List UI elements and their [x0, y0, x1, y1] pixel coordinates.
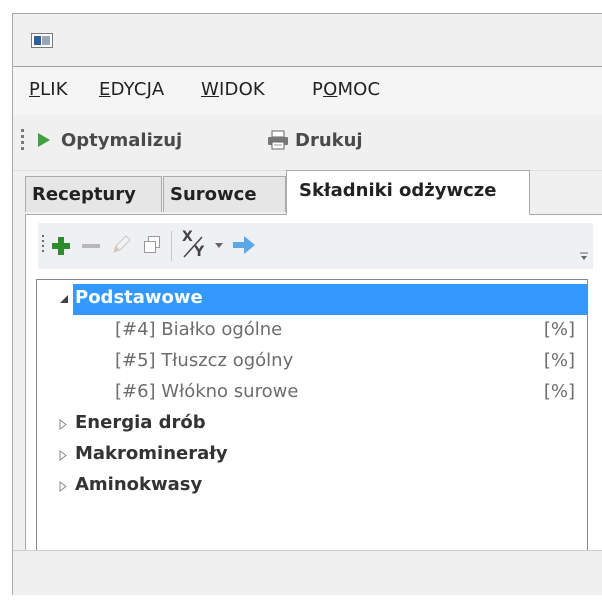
- app-window: PLIK EDYCJA WIDOK POMOC Optymalizuj Druk…: [12, 13, 602, 595]
- tree-item-label: [#4] Białko ogólne: [115, 319, 283, 340]
- nutrient-tree: Podstawowe [#4] Białko ogólne [%] [#5] T…: [36, 279, 588, 555]
- tab-receptury[interactable]: Receptury: [25, 176, 162, 212]
- optimize-button[interactable]: Optymalizuj: [37, 126, 182, 154]
- tree-group-label: Makrominerały: [75, 443, 228, 464]
- add-icon[interactable]: [51, 236, 71, 256]
- collapsed-arrow-icon[interactable]: [59, 481, 67, 492]
- remove-icon[interactable]: [81, 236, 101, 256]
- app-icon: [31, 33, 53, 48]
- play-icon: [38, 133, 50, 147]
- tree-group-label: Aminokwasy: [75, 474, 203, 495]
- collapsed-arrow-icon[interactable]: [59, 450, 67, 461]
- tab-panel: X Y Podstawowe [#4] Białko ogólne [%] [#…: [25, 214, 602, 572]
- tree-group-energia-drob[interactable]: Energia drób: [37, 409, 587, 440]
- tree-item-unit: [%]: [543, 381, 575, 402]
- tree-item[interactable]: [#4] Białko ogólne [%]: [37, 316, 587, 347]
- tree-item-label: [#5] Tłuszcz ogólny: [115, 350, 294, 371]
- menu-pomoc[interactable]: POMOC: [312, 79, 380, 100]
- tree-group-selection[interactable]: Podstawowe: [73, 284, 587, 315]
- print-button[interactable]: Drukuj: [267, 126, 363, 154]
- tree-group-aminokwasy[interactable]: Aminokwasy: [37, 471, 587, 502]
- tab-strip: Receptury Surowce Składniki odżywcze: [13, 170, 602, 215]
- optimize-label: Optymalizuj: [61, 129, 183, 151]
- print-label: Drukuj: [295, 129, 363, 151]
- edit-icon[interactable]: [110, 234, 132, 256]
- tree-group-makromineraly[interactable]: Makrominerały: [37, 440, 587, 471]
- printer-icon: [268, 130, 288, 150]
- tree-group-label: Energia drób: [75, 412, 206, 433]
- tab-label: Składniki odżywcze: [299, 180, 497, 201]
- main-toolbar: Optymalizuj Drukuj: [13, 115, 602, 171]
- copy-icon[interactable]: [142, 235, 162, 255]
- arrow-right-icon[interactable]: [232, 235, 256, 255]
- title-bar[interactable]: [13, 14, 602, 67]
- tab-label: Receptury: [32, 184, 136, 205]
- tree-item[interactable]: [#6] Włókno surowe [%]: [37, 378, 587, 409]
- expanded-arrow-icon[interactable]: [59, 294, 69, 304]
- tree-item[interactable]: [#5] Tłuszcz ogólny [%]: [37, 347, 587, 378]
- dropdown-icon[interactable]: [214, 242, 224, 250]
- tree-group-podstawowe[interactable]: Podstawowe: [37, 284, 587, 315]
- tree-item-unit: [%]: [543, 319, 575, 340]
- menu-bar: PLIK EDYCJA WIDOK POMOC: [13, 67, 602, 116]
- toolbar-separator: [171, 231, 172, 261]
- toolbar-grip[interactable]: [21, 129, 24, 151]
- tree-item-unit: [%]: [543, 350, 575, 371]
- status-bar: [13, 550, 602, 595]
- formula-icon[interactable]: X Y: [180, 229, 208, 263]
- overflow-icon[interactable]: [579, 251, 589, 261]
- tree-item-label: [#6] Włókno surowe: [115, 381, 299, 402]
- menu-plik[interactable]: PLIK: [29, 79, 68, 100]
- collapsed-arrow-icon[interactable]: [59, 419, 67, 430]
- list-toolbar-grip[interactable]: [42, 235, 44, 255]
- tree-group-label: Podstawowe: [75, 287, 203, 308]
- menu-edycja[interactable]: EDYCJA: [99, 79, 164, 100]
- list-toolbar: X Y: [38, 223, 593, 269]
- tab-label: Surowce: [170, 184, 257, 205]
- menu-widok[interactable]: WIDOK: [201, 79, 265, 100]
- tab-surowce[interactable]: Surowce: [163, 176, 286, 212]
- tab-skladniki-odzywcze[interactable]: Składniki odżywcze: [286, 170, 530, 215]
